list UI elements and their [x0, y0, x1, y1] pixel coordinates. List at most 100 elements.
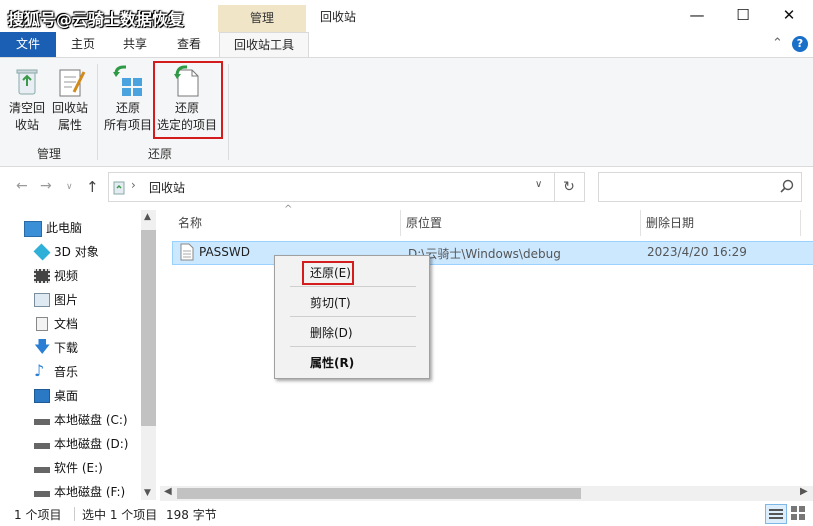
tab-recycle-bin-tools[interactable]: 回收站工具	[219, 32, 309, 57]
recycle-bin-properties-label[interactable]: 回收站 属性	[48, 100, 92, 134]
column-separator[interactable]	[800, 210, 801, 236]
menu-separator	[290, 286, 416, 287]
recent-locations-chevron-icon[interactable]: ∨	[66, 182, 73, 192]
details-view-icon[interactable]	[765, 504, 787, 524]
sort-ascending-icon: ^	[284, 204, 293, 215]
search-input[interactable]	[598, 172, 802, 202]
context-tab-manage[interactable]: 管理	[218, 5, 306, 32]
scroll-down-icon[interactable]: ▼	[144, 488, 151, 498]
nav-item-drive-e[interactable]: 软件 (E:)	[0, 456, 140, 480]
nav-label: 本地磁盘 (F:)	[54, 485, 126, 499]
video-icon	[34, 269, 50, 283]
menu-separator	[290, 346, 416, 347]
documents-icon	[36, 317, 48, 331]
text-file-icon	[180, 243, 194, 261]
drive-icon	[34, 443, 50, 449]
nav-label: 音乐	[54, 365, 79, 379]
ribbon-group-separator	[228, 64, 229, 160]
menu-item-restore[interactable]: 还原(E)	[310, 264, 351, 281]
empty-bin-label-line1: 清空回	[8, 101, 45, 115]
file-original-location: D:\云骑士\Windows\debug	[408, 247, 561, 261]
nav-label: 下载	[54, 341, 79, 355]
recycle-bin-properties-button[interactable]	[56, 66, 86, 98]
help-icon[interactable]: ?	[792, 36, 808, 52]
maximize-button[interactable]: ☐	[720, 0, 766, 32]
ribbon-group-manage: 管理	[36, 147, 61, 161]
nav-item-videos[interactable]: 视频	[0, 264, 140, 288]
ribbon-group-restore: 还原	[147, 147, 172, 161]
properties-icon	[59, 69, 86, 97]
nav-item-this-pc[interactable]: 此电脑	[0, 216, 140, 240]
nav-label: 桌面	[54, 389, 79, 403]
nav-item-drive-d[interactable]: 本地磁盘 (D:)	[0, 432, 140, 456]
breadcrumb-recycle-bin[interactable]: 回收站	[149, 179, 185, 196]
refresh-icon[interactable]: ↻	[554, 172, 585, 202]
nav-label: 本地磁盘 (C:)	[54, 413, 128, 427]
collapse-ribbon-icon[interactable]: ⌃	[772, 36, 783, 51]
restore-all-label-line1: 还原	[115, 101, 140, 115]
empty-recycle-bin-button[interactable]	[12, 66, 42, 98]
scroll-up-icon[interactable]: ▲	[144, 212, 151, 222]
restore-selected-label-line2: 选定的项目	[156, 118, 217, 132]
nav-item-drive-c[interactable]: 本地磁盘 (C:)	[0, 408, 140, 432]
nav-scrollbar-thumb[interactable]	[141, 230, 156, 426]
breadcrumb-separator-icon: ›	[131, 178, 136, 192]
horizontal-scrollbar-thumb[interactable]	[177, 488, 581, 499]
minimize-button[interactable]: —	[674, 0, 720, 32]
nav-label: 此电脑	[46, 221, 83, 235]
nav-item-drive-f[interactable]: 本地磁盘 (F:)	[0, 480, 140, 504]
restore-selected-button[interactable]	[169, 64, 203, 98]
column-separator[interactable]	[400, 210, 401, 236]
forward-arrow-icon[interactable]: →	[40, 178, 52, 194]
recycle-bin-icon	[16, 69, 38, 95]
file-name: PASSWD	[199, 245, 251, 259]
nav-item-3d-objects[interactable]: 3D 对象	[0, 240, 140, 264]
column-header-date-deleted[interactable]: 删除日期	[646, 212, 694, 234]
bin-props-label-line2: 属性	[57, 118, 82, 132]
empty-recycle-bin-label[interactable]: 清空回 收站	[4, 100, 50, 134]
navigation-pane: 此电脑 3D 对象 视频 图片 文档 🡇 下载 ♪ 音乐 桌面 本地磁盘 (C:…	[0, 212, 140, 502]
pc-icon	[24, 221, 42, 237]
large-icons-view-icon[interactable]	[790, 505, 806, 521]
status-separator	[74, 507, 75, 521]
address-dropdown-chevron-icon[interactable]: ∨	[535, 179, 542, 190]
restore-all-button[interactable]	[112, 64, 146, 98]
address-bar[interactable]: › 回收站 ∨	[108, 172, 555, 202]
menu-item-delete[interactable]: 删除(D)	[310, 324, 353, 341]
nav-label: 视频	[54, 269, 79, 283]
nav-item-pictures[interactable]: 图片	[0, 288, 140, 312]
download-icon: 🡇	[34, 337, 51, 356]
restore-all-icon	[113, 65, 142, 96]
menu-item-cut[interactable]: 剪切(T)	[310, 294, 351, 311]
scroll-left-icon[interactable]: ◀	[164, 486, 172, 497]
search-icon	[780, 179, 794, 193]
column-header-original-location[interactable]: 原位置	[406, 212, 442, 234]
desktop-icon	[34, 389, 50, 403]
nav-label: 3D 对象	[54, 245, 99, 259]
restore-selected-label-line1: 还原	[174, 101, 199, 115]
nav-item-music[interactable]: ♪ 音乐	[0, 360, 140, 384]
tab-file[interactable]: 文件	[0, 32, 56, 57]
tab-share[interactable]: 共享	[114, 32, 156, 57]
close-button[interactable]: ✕	[766, 0, 812, 32]
column-separator[interactable]	[640, 210, 641, 236]
tab-view[interactable]: 查看	[168, 32, 210, 57]
nav-item-downloads[interactable]: 🡇 下载	[0, 336, 140, 360]
back-arrow-icon[interactable]: ←	[16, 178, 28, 194]
scroll-right-icon[interactable]: ▶	[800, 486, 808, 497]
restore-selected-icon	[174, 65, 199, 97]
tab-home[interactable]: 主页	[62, 32, 104, 57]
restore-selected-label[interactable]: 还原 选定的项目	[155, 100, 219, 134]
window-title: 回收站	[320, 10, 357, 24]
nav-item-desktop[interactable]: 桌面	[0, 384, 140, 408]
drive-icon	[34, 491, 50, 497]
restore-all-label[interactable]: 还原 所有项目	[102, 100, 154, 134]
column-header-name[interactable]: 名称	[178, 212, 202, 234]
nav-item-documents[interactable]: 文档	[0, 312, 140, 336]
status-item-count: 1 个项目	[14, 508, 62, 522]
up-arrow-icon[interactable]: ↑	[86, 178, 99, 196]
nav-label: 软件 (E:)	[54, 461, 103, 475]
menu-separator	[290, 316, 416, 317]
menu-item-properties[interactable]: 属性(R)	[310, 354, 354, 371]
music-icon: ♪	[34, 361, 45, 380]
